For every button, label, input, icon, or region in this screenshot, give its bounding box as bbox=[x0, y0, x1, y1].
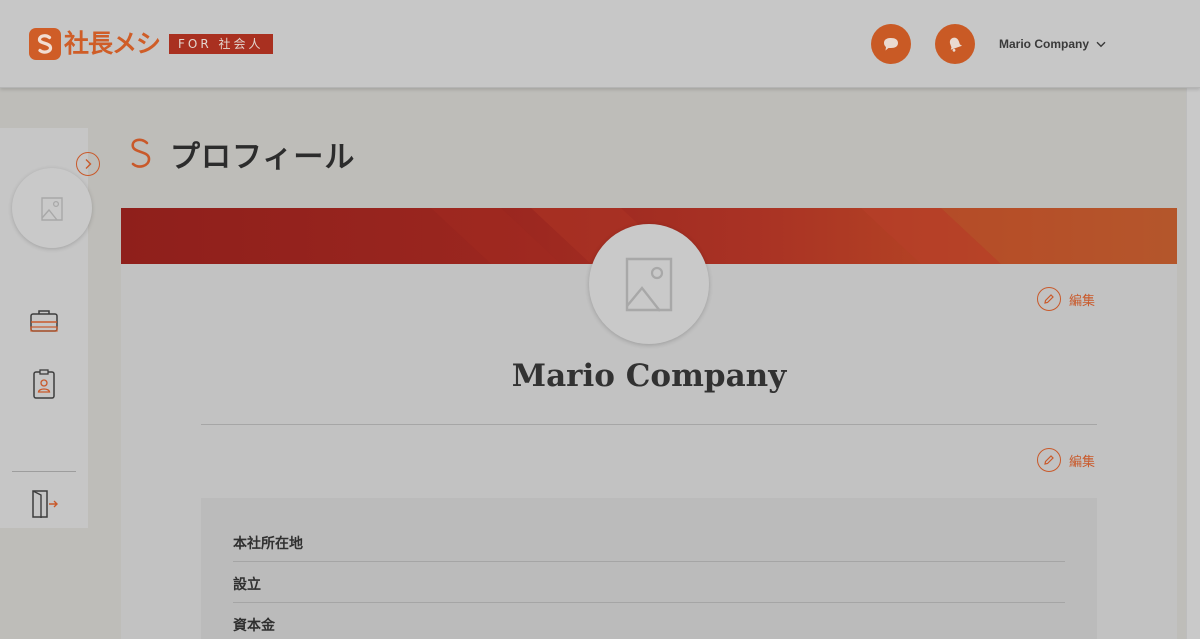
info-label: 資本金 bbox=[233, 618, 275, 634]
logout-icon bbox=[32, 490, 58, 518]
message-icon bbox=[884, 38, 898, 51]
chevron-down-icon bbox=[1096, 41, 1106, 47]
app-logo[interactable]: 社長メシ FOR 社会人 bbox=[29, 28, 273, 60]
sidebar-divider bbox=[12, 471, 76, 472]
bell-icon bbox=[949, 37, 963, 52]
image-placeholder-icon bbox=[41, 197, 63, 221]
scrollbar[interactable] bbox=[1186, 88, 1200, 639]
section-logo-icon bbox=[131, 138, 151, 168]
page-title-row: プロフィール bbox=[127, 134, 356, 175]
company-info-box: 本社所在地 設立 資本金 bbox=[201, 498, 1097, 639]
logo-badge: FOR 社会人 bbox=[169, 34, 273, 54]
logo-text: 社長メシ bbox=[64, 29, 161, 58]
sidebar-avatar[interactable] bbox=[12, 168, 92, 248]
notification-button[interactable] bbox=[935, 24, 975, 64]
info-row-address: 本社所在地 bbox=[233, 521, 1065, 562]
page-title: プロフィール bbox=[170, 140, 356, 175]
card-divider bbox=[201, 424, 1097, 425]
logo-icon bbox=[29, 28, 61, 60]
edit-label: 編集 bbox=[1069, 454, 1096, 470]
sidebar-item-logout[interactable] bbox=[28, 488, 60, 520]
edit-label: 編集 bbox=[1069, 293, 1096, 309]
profile-card: 編集 Mario Company 編集 本社所在地 設立 資本金 bbox=[121, 208, 1177, 639]
id-badge-icon bbox=[33, 369, 55, 399]
info-row-founded: 設立 bbox=[233, 562, 1065, 603]
sidebar-item-profile[interactable] bbox=[28, 368, 60, 400]
sidebar-toggle-button[interactable] bbox=[76, 152, 100, 176]
company-name: Mario Company bbox=[511, 358, 787, 394]
info-row-capital: 資本金 bbox=[233, 603, 1065, 639]
pencil-icon bbox=[1037, 287, 1061, 311]
pencil-icon bbox=[1037, 448, 1061, 472]
user-name: Mario Company bbox=[999, 37, 1090, 51]
info-label: 本社所在地 bbox=[233, 536, 303, 552]
app-header: 社長メシ FOR 社会人 Mario Company bbox=[0, 0, 1200, 88]
edit-profile-button[interactable]: 編集 bbox=[1037, 287, 1095, 311]
image-placeholder-icon bbox=[625, 257, 673, 312]
message-button[interactable] bbox=[871, 24, 911, 64]
profile-avatar[interactable] bbox=[589, 224, 709, 344]
user-menu[interactable]: Mario Company bbox=[999, 35, 1106, 53]
chevron-right-icon bbox=[85, 159, 92, 169]
briefcase-icon bbox=[30, 310, 58, 332]
info-label: 設立 bbox=[233, 577, 261, 593]
sidebar-item-jobs[interactable] bbox=[28, 305, 60, 337]
edit-info-button[interactable]: 編集 bbox=[1037, 448, 1095, 472]
